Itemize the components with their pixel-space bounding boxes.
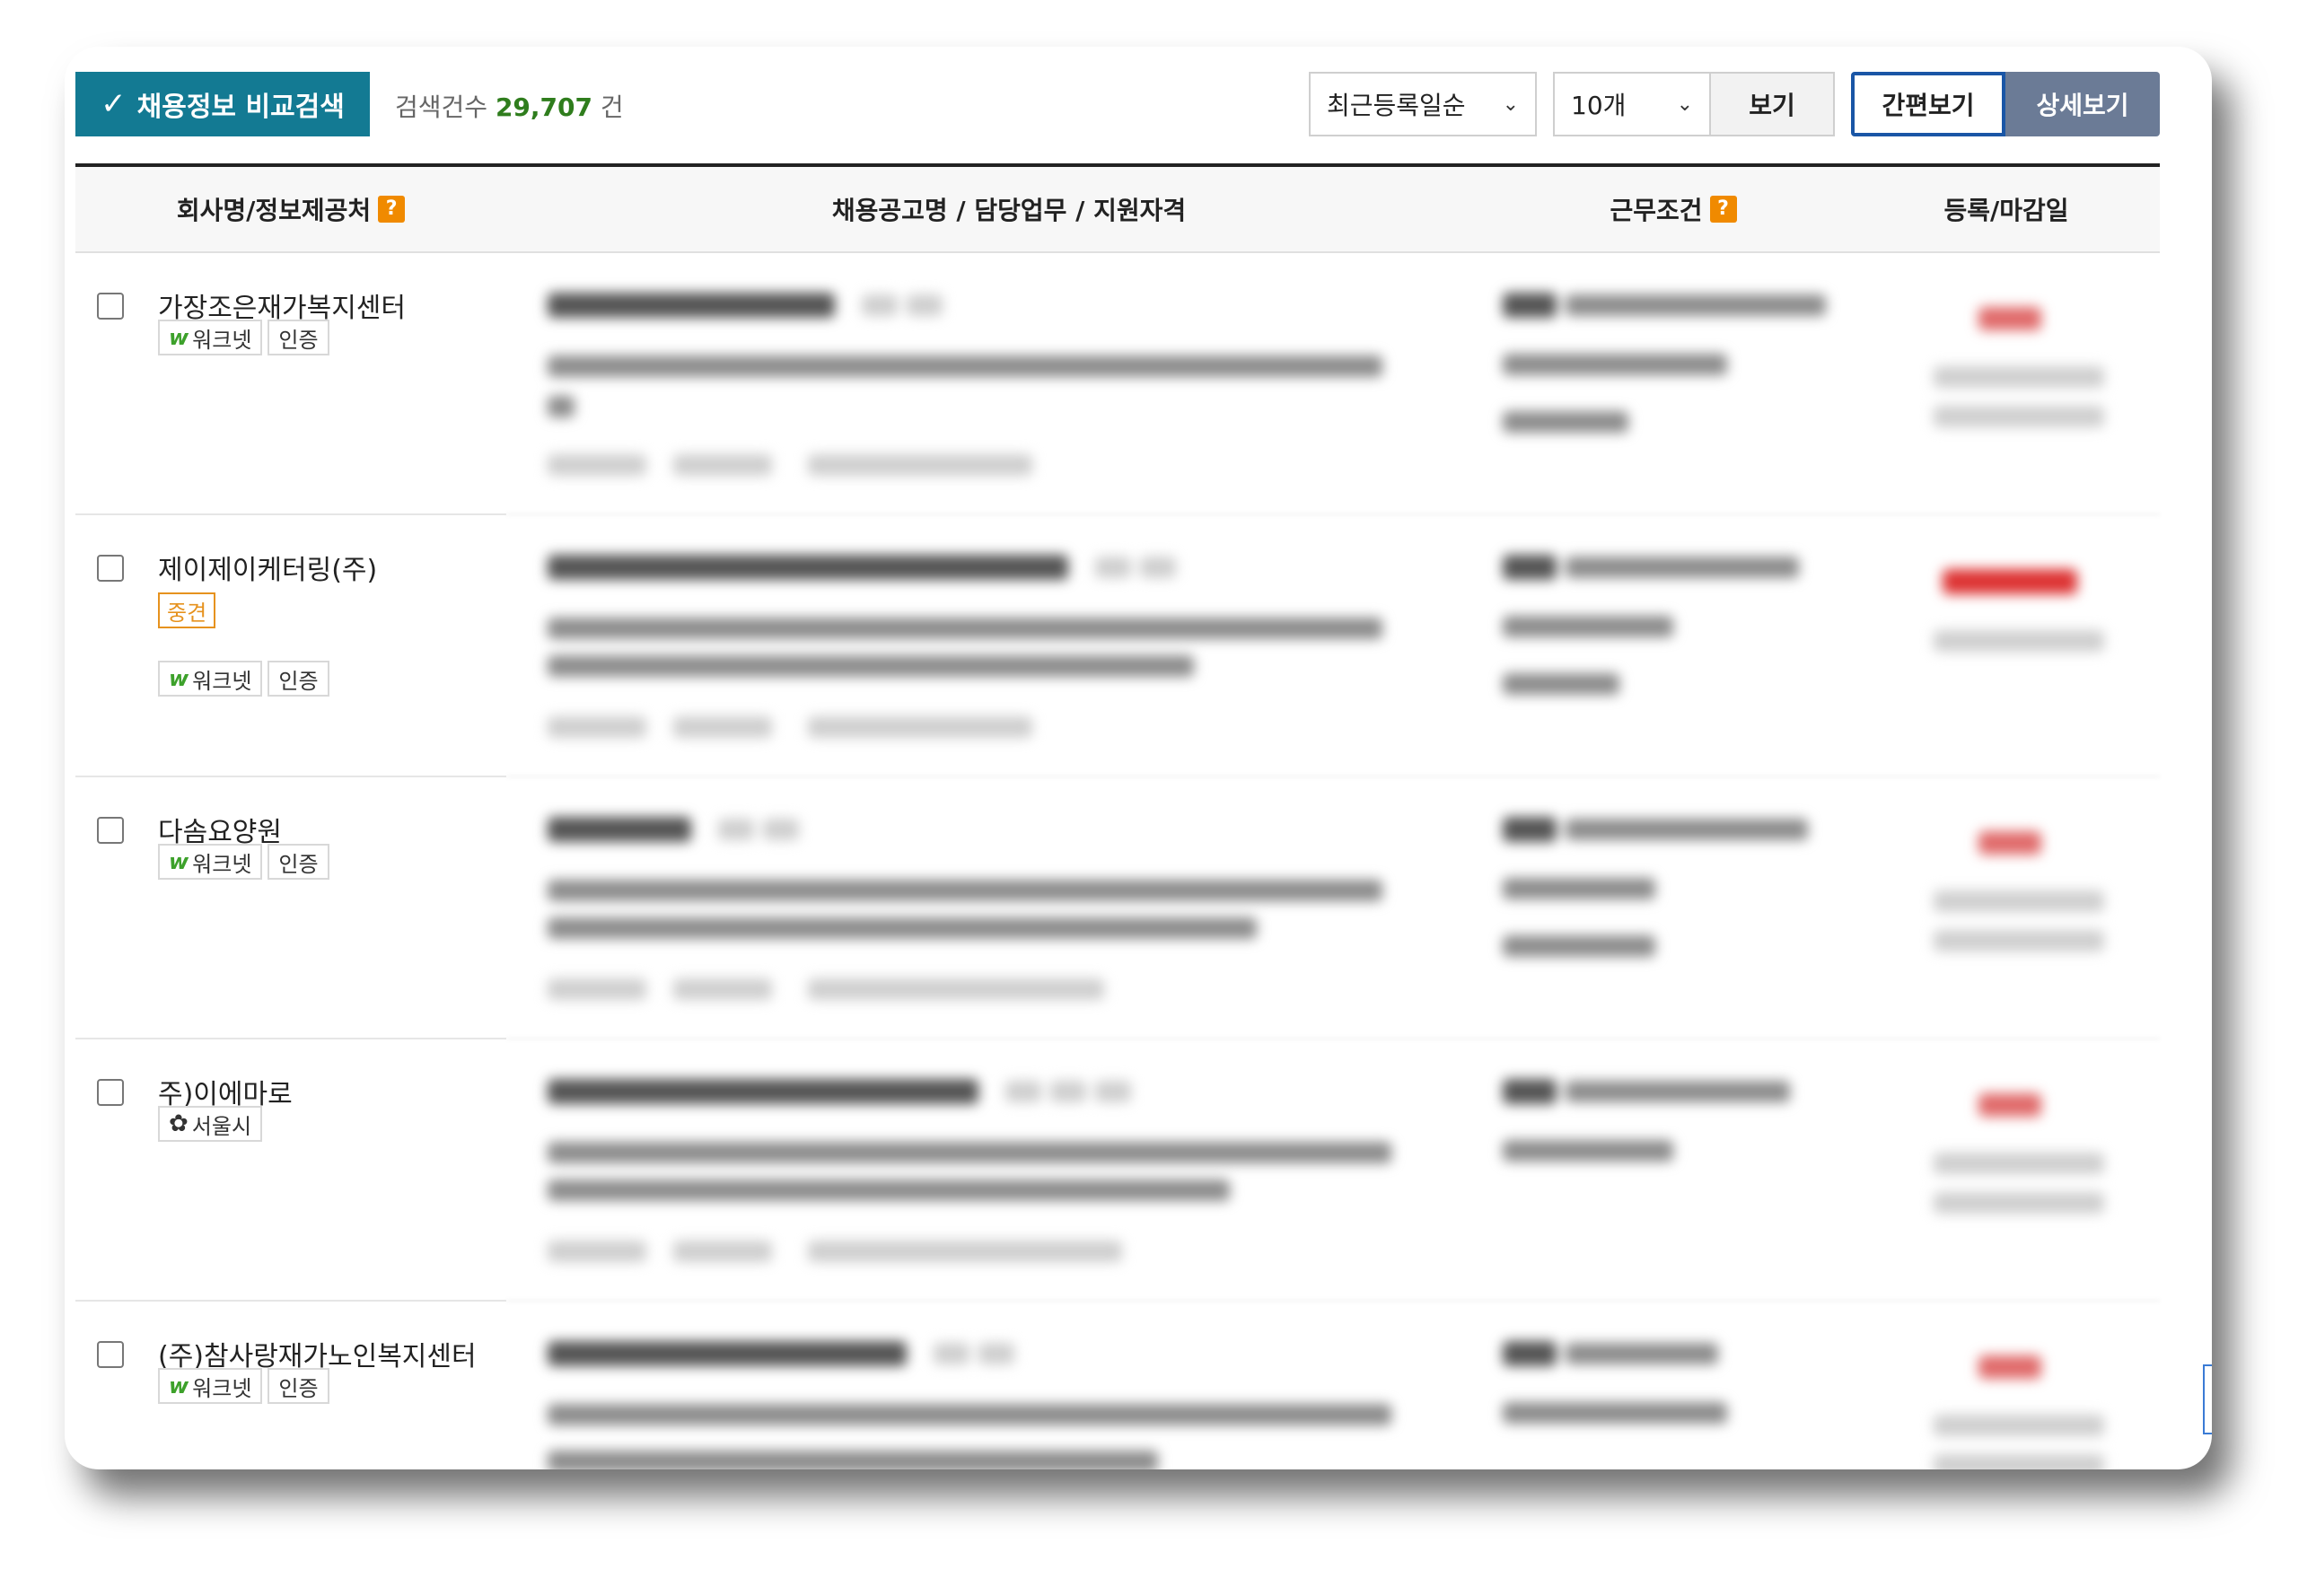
row-checkbox[interactable] — [97, 1341, 124, 1368]
chevron-down-icon: ⌄ — [1502, 92, 1519, 116]
row-checkbox[interactable] — [97, 293, 124, 320]
page-size-select[interactable]: 10개 ⌄ — [1553, 72, 1711, 136]
blurred-conditions — [1503, 1341, 1844, 1469]
certified-badge: 인증 — [268, 661, 329, 697]
help-icon[interactable]: ? — [378, 196, 406, 223]
blurred-conditions — [1503, 817, 1844, 960]
certified-badge: 인증 — [268, 1368, 329, 1404]
blurred-posting-info — [548, 1341, 1481, 1469]
detail-view-button[interactable]: 상세보기 — [2005, 72, 2160, 136]
result-count-value: 29,707 — [495, 92, 593, 122]
sort-select-value: 최근등록일순 — [1327, 91, 1466, 120]
seoul-logo-icon: ✿ — [169, 1110, 189, 1137]
blurred-posting-info — [548, 1079, 1481, 1262]
company-size-tag: 중견 — [158, 592, 216, 628]
column-header-posting: 채용공고명 / 담당업무 / 지원자격 — [506, 167, 1512, 251]
badge-label: 워크넷 — [192, 327, 252, 353]
blurred-dates — [1907, 307, 2122, 442]
column-header-conditions: 근무조건 ? — [1494, 167, 1853, 251]
help-icon[interactable]: ? — [1709, 196, 1737, 223]
source-badges: w 워크넷 인증 — [158, 1368, 329, 1404]
worknet-logo-icon: w — [169, 1373, 189, 1399]
check-icon: ✓ — [101, 86, 127, 122]
source-badges: w 워크넷 인증 — [158, 320, 329, 355]
column-header-conditions-label: 근무조건 — [1610, 196, 1703, 225]
list-toolbar: ✓ 채용정보 비교검색 검색건수 29,707 건 최근등록일순 ⌄ 10개 ⌄… — [75, 72, 2172, 136]
column-header-dates: 등록/마감일 — [1853, 167, 2160, 251]
worknet-logo-icon: w — [169, 325, 189, 350]
blurred-dates — [1907, 831, 2122, 966]
table-row: (주)참사랑재가노인복지센터 w 워크넷 인증 — [75, 1302, 2160, 1469]
row-checkbox[interactable] — [97, 817, 124, 844]
source-badges: w 워크넷 인증 — [158, 661, 329, 697]
worknet-badge: w 워크넷 — [158, 844, 263, 880]
table-row: 제이제이케터링(주) 중견 w 워크넷 인증 — [75, 515, 2160, 777]
job-list-panel: ✓ 채용정보 비교검색 검색건수 29,707 건 최근등록일순 ⌄ 10개 ⌄… — [65, 47, 2212, 1469]
chevron-down-icon: ⌄ — [1676, 92, 1693, 116]
blurred-dates — [1907, 1093, 2122, 1228]
page-size-select-value: 10개 — [1571, 91, 1627, 120]
blurred-posting-info — [548, 293, 1481, 476]
seoul-badge: ✿ 서울시 — [158, 1106, 263, 1142]
result-count: 검색건수 29,707 건 — [395, 88, 624, 124]
compare-search-button[interactable]: ✓ 채용정보 비교검색 — [75, 72, 370, 136]
view-button[interactable]: 보기 — [1709, 72, 1835, 136]
result-count-prefix: 검색건수 — [395, 92, 488, 122]
scroll-to-top-tab[interactable] — [2203, 1364, 2212, 1434]
column-header-dates-label: 등록/마감일 — [1943, 196, 2069, 225]
badge-label: 워크넷 — [192, 851, 252, 877]
company-name[interactable]: 제이제이케터링(주) — [158, 548, 377, 587]
compare-search-label: 채용정보 비교검색 — [136, 92, 345, 123]
blurred-posting-info — [548, 555, 1481, 738]
worknet-badge: w 워크넷 — [158, 661, 263, 697]
table-header: 회사명/정보제공처 ? 채용공고명 / 담당업무 / 지원자격 근무조건 ? 등… — [75, 163, 2160, 253]
row-checkbox[interactable] — [97, 555, 124, 582]
worknet-badge: w 워크넷 — [158, 1368, 263, 1404]
source-badges: w 워크넷 인증 — [158, 844, 329, 880]
column-header-company: 회사명/정보제공처 ? — [75, 167, 506, 251]
badge-label: 워크넷 — [192, 668, 252, 694]
worknet-badge: w 워크넷 — [158, 320, 263, 355]
badge-label: 워크넷 — [192, 1375, 252, 1401]
column-header-company-label: 회사명/정보제공처 — [176, 196, 372, 225]
certified-badge: 인증 — [268, 320, 329, 355]
worknet-logo-icon: w — [169, 849, 189, 874]
column-header-posting-label: 채용공고명 / 담당업무 / 지원자격 — [831, 196, 1187, 225]
blurred-conditions — [1503, 293, 1844, 436]
row-checkbox[interactable] — [97, 1079, 124, 1106]
table-row: 가장조은재가복지센터 w 워크넷 인증 — [75, 253, 2160, 515]
blurred-posting-info — [548, 817, 1481, 1000]
sort-select[interactable]: 최근등록일순 ⌄ — [1309, 72, 1537, 136]
badge-label: 서울시 — [191, 1113, 252, 1139]
simple-view-button[interactable]: 간편보기 — [1851, 72, 2005, 136]
source-badges: ✿ 서울시 — [158, 1106, 263, 1142]
worknet-logo-icon: w — [169, 666, 189, 691]
blurred-dates — [1907, 1355, 2122, 1469]
table-row: 다솜요양원 w 워크넷 인증 — [75, 777, 2160, 1039]
table-row: 주)이에마로 ✿ 서울시 — [75, 1039, 2160, 1302]
blurred-conditions — [1503, 1079, 1844, 1223]
result-count-suffix: 건 — [600, 92, 624, 122]
blurred-conditions — [1503, 555, 1844, 698]
certified-badge: 인증 — [268, 844, 329, 880]
blurred-dates — [1907, 569, 2122, 704]
